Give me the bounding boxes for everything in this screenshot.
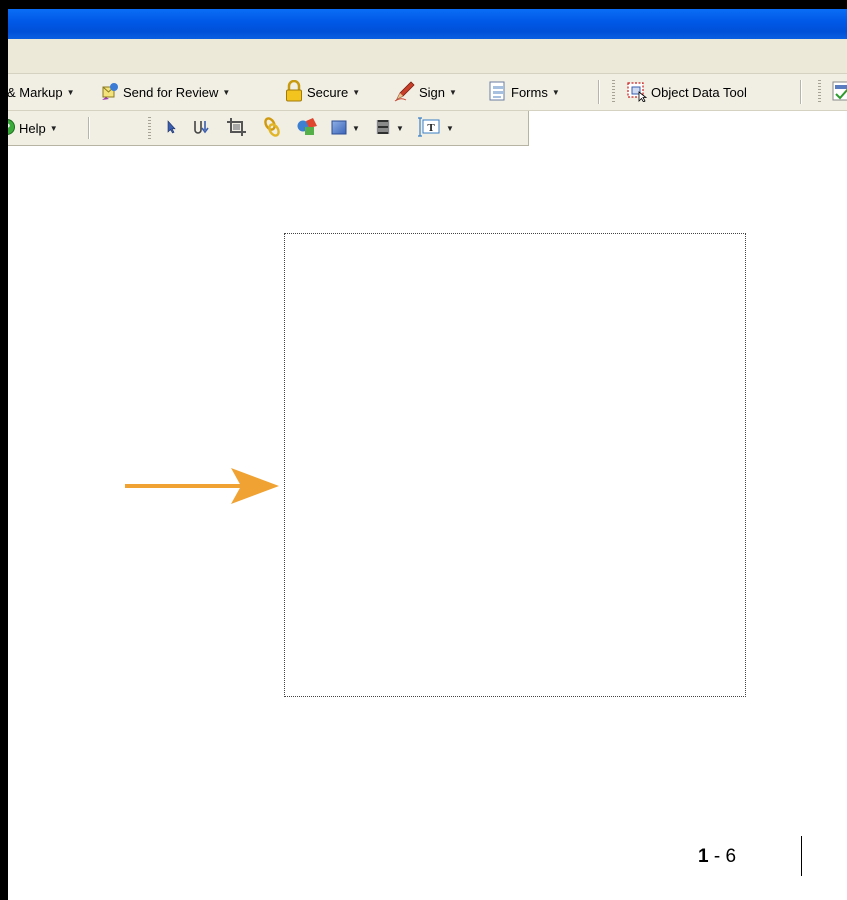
toolbar-separator bbox=[800, 80, 802, 104]
object-data-icon bbox=[626, 80, 648, 105]
application-window: & Markup ▼ Send for Review ▼ Secure ▼ Si… bbox=[8, 9, 847, 900]
toolbar-grip[interactable] bbox=[818, 80, 821, 104]
object-data-tool-button[interactable]: Object Data Tool bbox=[626, 74, 747, 110]
menu-bar bbox=[8, 39, 847, 74]
document-page: 1 - 6 bbox=[8, 146, 847, 900]
chevron-down-icon: ▼ bbox=[446, 123, 454, 133]
help-label: Help bbox=[19, 120, 46, 136]
rectangle-tool-button[interactable]: ▼ bbox=[330, 111, 360, 145]
page-number-separator: - bbox=[708, 846, 726, 867]
pen-icon bbox=[394, 80, 416, 105]
send-for-review-label: Send for Review bbox=[123, 84, 219, 100]
svg-text:T: T bbox=[427, 122, 435, 134]
secure-button[interactable]: Secure ▼ bbox=[284, 74, 360, 110]
crop-icon bbox=[226, 117, 248, 140]
comment-markup-button[interactable]: & Markup ▼ bbox=[8, 74, 75, 110]
content-placeholder-box[interactable] bbox=[284, 233, 746, 697]
chevron-down-icon: ▼ bbox=[49, 123, 58, 133]
spellcheck-button[interactable] bbox=[832, 74, 847, 110]
touchup-icon bbox=[192, 118, 214, 139]
link-icon bbox=[262, 116, 282, 141]
chevron-down-icon: ▼ bbox=[222, 87, 231, 97]
movie-icon bbox=[374, 118, 392, 139]
pointer-arrow-icon bbox=[125, 468, 279, 504]
object-data-tool-label: Object Data Tool bbox=[651, 84, 747, 100]
chevron-down-icon: ▼ bbox=[352, 123, 360, 133]
comment-markup-label: & Markup bbox=[8, 84, 63, 100]
toolbar-grip[interactable] bbox=[148, 117, 151, 139]
crop-tool-button[interactable] bbox=[226, 111, 248, 145]
arrow-cursor-icon bbox=[164, 119, 178, 138]
help-icon: ? bbox=[8, 118, 16, 139]
sign-label: Sign bbox=[419, 84, 446, 100]
page-number: 1 - 6 bbox=[698, 846, 736, 868]
chevron-down-icon: ▼ bbox=[66, 87, 75, 97]
svg-text:?: ? bbox=[8, 122, 11, 134]
toolbar-grip[interactable] bbox=[612, 80, 615, 104]
3d-tool-button[interactable] bbox=[296, 111, 318, 145]
forms-label: Forms bbox=[511, 84, 548, 100]
rectangle-icon bbox=[330, 118, 348, 139]
select-tool-button[interactable] bbox=[164, 111, 178, 145]
text-field-icon: T bbox=[418, 116, 442, 141]
movie-tool-button[interactable]: ▼ bbox=[374, 111, 404, 145]
secure-label: Secure bbox=[307, 84, 349, 100]
touchup-tool-button[interactable] bbox=[192, 111, 214, 145]
send-for-review-button[interactable]: Send for Review ▼ bbox=[100, 74, 230, 110]
text-field-tool-button[interactable]: T ▼ bbox=[418, 111, 454, 145]
chevron-down-icon: ▼ bbox=[396, 123, 404, 133]
title-bar[interactable] bbox=[8, 9, 847, 39]
link-tool-button[interactable] bbox=[262, 111, 282, 145]
editing-toolbar: ? Help ▼ bbox=[8, 111, 529, 146]
forms-button[interactable]: Forms ▼ bbox=[488, 74, 560, 110]
toolbar-separator bbox=[598, 80, 600, 104]
3d-object-icon bbox=[296, 117, 318, 140]
chevron-down-icon: ▼ bbox=[449, 87, 457, 97]
chevron-down-icon: ▼ bbox=[352, 87, 361, 97]
chevron-down-icon: ▼ bbox=[551, 87, 560, 97]
page-number-value: 6 bbox=[725, 846, 737, 867]
padlock-icon bbox=[284, 79, 304, 105]
page-number-rule bbox=[801, 836, 802, 876]
forms-icon bbox=[488, 80, 508, 105]
tasks-toolbar: & Markup ▼ Send for Review ▼ Secure ▼ Si… bbox=[8, 74, 847, 111]
toolbar-separator bbox=[88, 117, 90, 139]
sign-button[interactable]: Sign ▼ bbox=[394, 74, 457, 110]
send-review-icon bbox=[100, 81, 120, 104]
page-chapter-number: 1 bbox=[698, 846, 709, 867]
spellcheck-icon bbox=[832, 80, 847, 105]
help-button[interactable]: ? Help ▼ bbox=[8, 111, 58, 145]
